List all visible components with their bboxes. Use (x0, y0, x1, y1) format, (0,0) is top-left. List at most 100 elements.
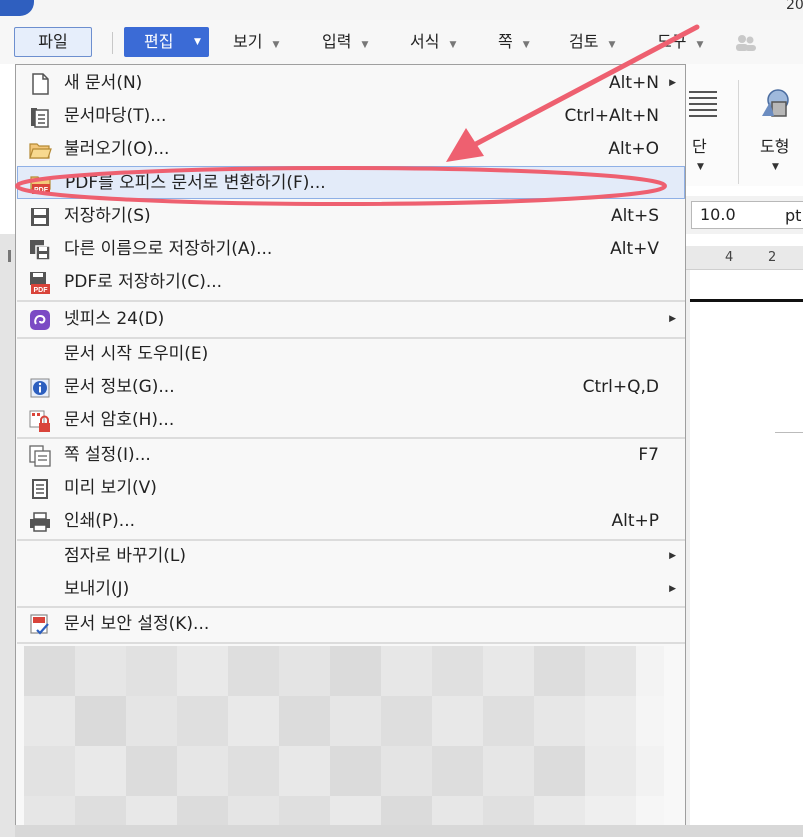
menu-item-label: 인쇄(P)... (64, 511, 136, 531)
ruler-number: 2 (768, 250, 777, 265)
open-folder-icon (29, 143, 52, 159)
bottom-strip (15, 825, 803, 837)
menu-item-label: 문서 보안 설정(K)... (64, 614, 210, 634)
menu-item-document-password[interactable]: 문서 암호(H)... (17, 404, 685, 437)
document-page[interactable] (686, 270, 803, 837)
pdf-folder-icon: PDF (30, 176, 51, 194)
menu-separator (17, 642, 685, 644)
menu-label: 검토 (569, 32, 599, 51)
menu-item-save-pdf[interactable]: PDF PDF로 저장하기(C)... (17, 266, 685, 299)
menu-item-document-template[interactable]: 문서마당(T)... Ctrl+Alt+N (17, 100, 685, 133)
chevron-down-icon: ▼ (361, 40, 369, 50)
menu-item-save[interactable]: 저장하기(S) Alt+S (17, 200, 685, 233)
menu-item-shortcut: Ctrl+Q,D (582, 377, 659, 397)
menu-item-braille[interactable]: 점자로 바꾸기(L) ▶ (17, 540, 685, 573)
columns-icon[interactable] (687, 88, 719, 118)
menu-item-document-info[interactable]: 문서 정보(G)... Ctrl+Q,D (17, 371, 685, 404)
left-edge-mark (8, 250, 11, 262)
horizontal-ruler (686, 246, 803, 270)
svg-text:PDF: PDF (34, 187, 49, 194)
netffice-icon (30, 310, 50, 330)
menu-item-label: 저장하기(S) (64, 206, 151, 226)
menu-page[interactable]: 쪽 ▼ (498, 27, 530, 57)
menu-item-label: 넷피스 24(D) (64, 309, 165, 329)
menu-item-new-document[interactable]: 새 문서(N) Alt+N ▶ (17, 67, 685, 100)
menu-item-label: PDF를 오피스 문서로 변환하기(F)... (65, 173, 326, 193)
corner-text: 20 (786, 0, 803, 13)
document-rule (690, 299, 803, 302)
menu-item-shortcut: F7 (638, 445, 659, 465)
security-settings-icon (30, 614, 49, 635)
submenu-arrow-icon: ▶ (669, 78, 676, 88)
submenu-arrow-icon: ▶ (669, 314, 676, 324)
chevron-down-icon[interactable]: ▼ (772, 162, 779, 172)
menu-view[interactable]: 보기 ▼ (233, 27, 279, 57)
shape-label: 도형 (760, 137, 790, 156)
menu-item-save-as[interactable]: 다른 이름으로 저장하기(A)... Alt+V (17, 233, 685, 266)
menu-file[interactable]: 파일 (14, 27, 92, 57)
chevron-down-icon[interactable]: ▼ (697, 162, 704, 172)
new-document-icon (32, 73, 49, 95)
chevron-down-icon: ▼ (449, 40, 457, 50)
ruler-number: 4 (725, 250, 734, 265)
menu-item-send[interactable]: 보내기(J) ▶ (17, 573, 685, 606)
menu-item-label: 문서 정보(G)... (64, 377, 175, 397)
menu-item-label: 점자로 바꾸기(L) (64, 546, 186, 566)
pixelated-region (24, 646, 664, 837)
ribbon-separator (738, 80, 739, 184)
menu-item-shortcut: Alt+P (611, 511, 659, 531)
submenu-arrow-icon: ▶ (669, 551, 676, 561)
document-template-icon (31, 108, 49, 128)
people-icon[interactable] (735, 34, 757, 52)
info-icon (30, 378, 50, 398)
document-thin-rule (775, 432, 803, 433)
menu-item-shortcut: Alt+O (608, 139, 659, 159)
save-as-icon (30, 240, 51, 261)
menubar: 파일 편집 ▼ 보기 ▼ 입력 ▼ 서식 ▼ 쪽 ▼ 검토 ▼ 도구 ▼ (0, 20, 803, 64)
menu-item-label: 불러오기(O)... (64, 139, 170, 159)
menu-label: 입력 (322, 32, 352, 51)
menu-label: 도구 (657, 32, 687, 51)
chevron-down-icon: ▼ (696, 40, 704, 50)
menu-item-shortcut: Alt+S (610, 206, 659, 226)
menu-item-security-settings[interactable]: 문서 보안 설정(K)... (17, 608, 685, 641)
menu-item-shortcut: Ctrl+Alt+N (564, 106, 659, 126)
menu-label: 보기 (233, 32, 263, 51)
lock-document-icon (29, 410, 50, 432)
columns-label: 단 (692, 137, 707, 156)
chevron-down-icon: ▼ (272, 40, 280, 50)
document-gutter (686, 270, 690, 837)
menu-item-label: 미리 보기(V) (64, 478, 157, 498)
submenu-arrow-icon: ▶ (669, 584, 676, 594)
save-icon (31, 208, 49, 226)
menu-separator (17, 300, 685, 302)
menu-item-preview[interactable]: 미리 보기(V) (17, 472, 685, 505)
menu-item-label: PDF로 저장하기(C)... (64, 272, 223, 292)
menu-item-page-setup[interactable]: 쪽 설정(I)... F7 (17, 439, 685, 472)
menu-edit[interactable]: 편집 ▼ (124, 27, 209, 57)
menu-item-shortcut: Alt+N (609, 73, 659, 93)
menu-item-label: 쪽 설정(I)... (64, 445, 151, 465)
menu-item-label: 문서 시작 도우미(E) (64, 344, 209, 364)
menu-item-print[interactable]: 인쇄(P)... Alt+P (17, 505, 685, 538)
menu-label: 쪽 (498, 32, 513, 51)
menu-item-label: 다른 이름으로 저장하기(A)... (64, 239, 273, 259)
shape-icon[interactable] (760, 88, 792, 118)
menu-review[interactable]: 검토 ▼ (569, 27, 615, 57)
menu-separator (112, 32, 113, 54)
menu-tools[interactable]: 도구 ▼ (657, 27, 703, 57)
menu-item-open[interactable]: 불러오기(O)... Alt+O (17, 133, 685, 166)
preview-icon (32, 479, 48, 499)
menu-item-label: 문서 암호(H)... (64, 410, 175, 430)
menu-edit-label: 편집 (144, 32, 174, 51)
menu-item-pdf-to-office[interactable]: PDF PDF를 오피스 문서로 변환하기(F)... (17, 166, 685, 199)
save-pdf-icon: PDF (30, 272, 50, 294)
menu-format[interactable]: 서식 ▼ (410, 27, 456, 57)
menu-item-label: 새 문서(N) (64, 73, 143, 93)
svg-text:PDF: PDF (34, 287, 49, 294)
menu-insert[interactable]: 입력 ▼ (322, 27, 368, 57)
menu-label: 서식 (410, 32, 440, 51)
menu-item-start-helper[interactable]: 문서 시작 도우미(E) (17, 338, 685, 371)
title-strip (0, 0, 803, 20)
menu-item-netffice[interactable]: 넷피스 24(D) ▶ (17, 303, 685, 336)
